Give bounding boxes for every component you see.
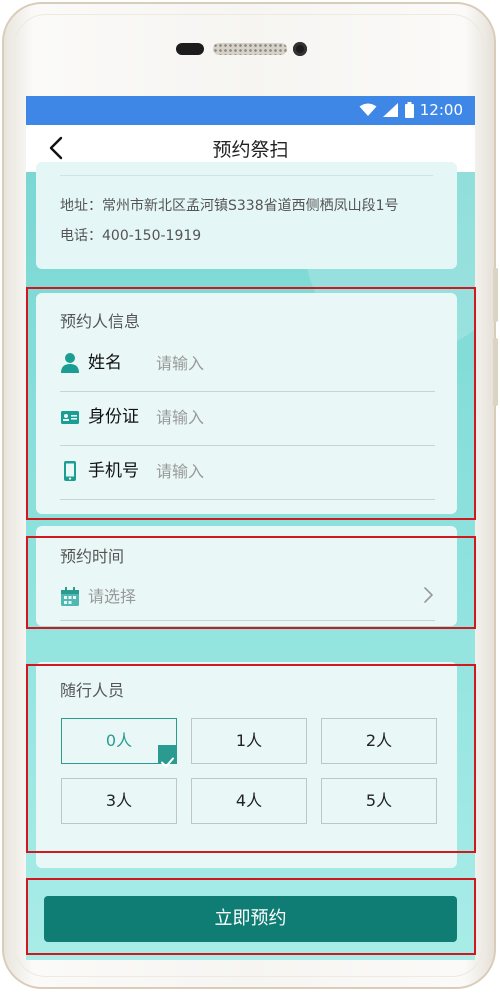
highlight-box [26,287,476,520]
highlight-box [26,536,476,629]
volume-button [493,338,498,406]
address-card: 地址：常州市新北区孟河镇S338省道西侧栖凤山段1号 电话：400-150-19… [36,162,457,269]
phone-text: 电话：400-150-1919 [60,228,202,244]
wifi-icon [359,103,377,116]
highlight-box [26,664,476,853]
address-text: 地址：常州市新北区孟河镇S338省道西侧栖凤山段1号 [60,198,399,214]
highlight-box [26,878,476,955]
sensor [176,43,204,55]
power-button [493,268,498,322]
battery-icon [404,102,414,118]
status-icons: 12:00 [359,100,463,120]
divider [60,175,433,176]
earpiece-speaker [213,43,287,55]
signal-icon [382,103,398,117]
status-time: 12:00 [419,101,463,119]
status-bar: 12:00 [26,96,475,125]
front-camera [293,42,307,56]
